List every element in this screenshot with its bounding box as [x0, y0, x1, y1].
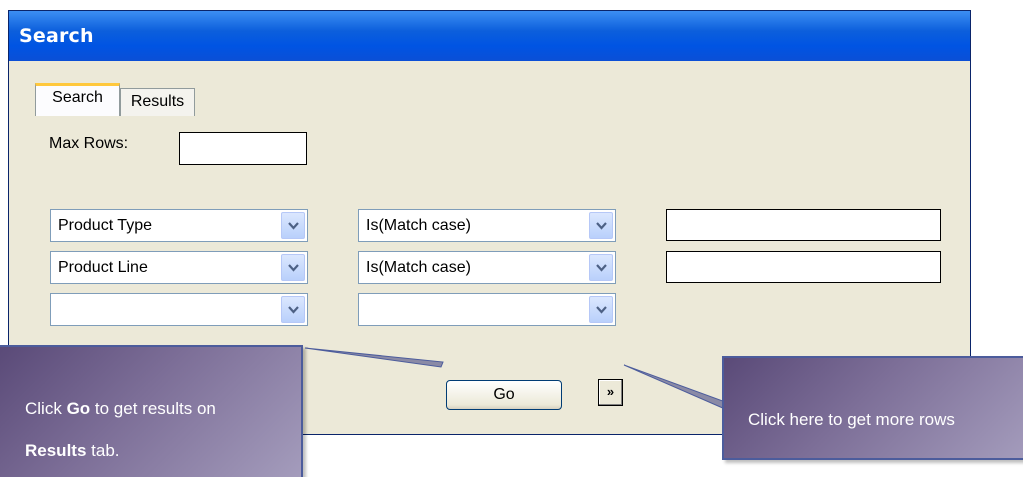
go-callout-text: tab. [86, 441, 120, 460]
go-callout-line1: Click Go to get results on [25, 399, 216, 419]
callout-left-pointer [304, 347, 444, 368]
go-callout: Click Go to get results on Results tab. [0, 345, 303, 477]
more-rows-callout-text: Click here to get more rows [748, 410, 955, 429]
go-callout-text: Click [25, 399, 67, 418]
go-callout-bold: Results [25, 441, 87, 460]
callout-right-pointer [623, 364, 732, 410]
go-callout-line2: Results tab. [25, 441, 120, 461]
go-callout-bold: Go [66, 399, 91, 418]
go-callout-text: to get results on [90, 399, 216, 418]
more-rows-callout: Click here to get more rows [722, 356, 1023, 460]
